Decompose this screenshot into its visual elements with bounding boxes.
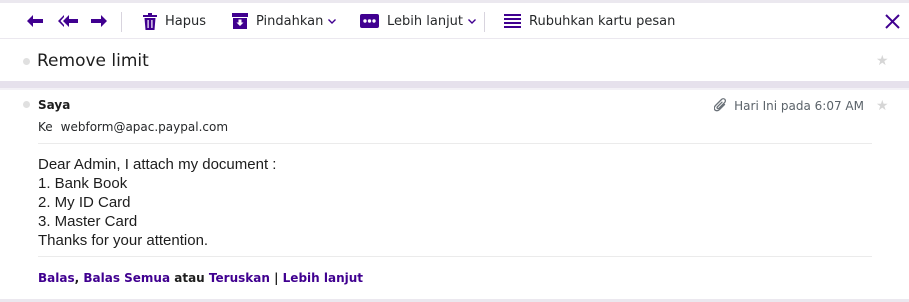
delete-button[interactable]: Hapus [143, 3, 206, 39]
body-line: 1. Bank Book [38, 175, 128, 192]
toolbar-divider [484, 12, 485, 32]
collapse-cards-label: Rubuhkan kartu pesan [529, 13, 676, 29]
move-label: Pindahkan [256, 13, 324, 29]
chevron-down-icon [328, 18, 337, 24]
forward-icon [91, 15, 107, 27]
body-line: 3. Master Card [38, 213, 138, 230]
reply-button[interactable] [26, 3, 44, 39]
move-to-folder-icon [232, 13, 248, 29]
paperclip-icon [714, 98, 727, 112]
message-toolbar: Hapus Pindahkan Lebih lanjut Rubuhkan ka… [0, 3, 909, 39]
toolbar-divider [121, 12, 122, 32]
quick-actions: Balas, Balas Semua atau Teruskan | Lebih… [38, 271, 363, 285]
close-icon [885, 13, 900, 29]
read-status-dot-icon[interactable] [23, 101, 30, 108]
body-line: 2. My ID Card [38, 194, 131, 211]
body-line: Thanks for your attention. [38, 232, 209, 249]
message-meta: Hari Ini pada 6:07 AM [714, 98, 864, 113]
star-icon[interactable]: ★ [876, 54, 889, 68]
more-icon [360, 14, 379, 28]
more-label: Lebih lanjut [387, 13, 464, 29]
delete-label: Hapus [165, 13, 207, 29]
body-divider [38, 256, 872, 257]
message-subject: Remove limit [37, 51, 149, 71]
separator-or: atau [174, 271, 205, 285]
list-icon [504, 14, 521, 28]
separator-pipe: | [274, 271, 279, 285]
body-line: Dear Admin, I attach my document : [38, 156, 277, 173]
more-button[interactable]: Lebih lanjut [360, 3, 477, 39]
trash-icon [143, 12, 157, 30]
collapse-cards-button[interactable]: Rubuhkan kartu pesan [504, 3, 675, 39]
reply-icon [27, 15, 43, 27]
reply-link[interactable]: Balas [38, 271, 75, 285]
star-icon[interactable]: ★ [876, 99, 889, 113]
message-timestamp: Hari Ini pada 6:07 AM [734, 98, 864, 113]
recipient-row: Ke webform@apac.paypal.com [38, 120, 228, 134]
header-divider [38, 143, 872, 144]
close-button[interactable] [885, 3, 900, 39]
subject-row: Remove limit ★ [0, 40, 909, 81]
forward-link[interactable]: Teruskan [209, 271, 270, 285]
reply-all-icon [58, 15, 78, 27]
reply-all-link[interactable]: Balas Semua [83, 271, 170, 285]
thread-divider-band [0, 81, 909, 88]
separator-comma: , [74, 271, 80, 285]
more-link[interactable]: Lebih lanjut [283, 271, 363, 285]
chevron-down-icon [468, 18, 477, 24]
move-button[interactable]: Pindahkan [232, 3, 337, 39]
reply-all-button[interactable] [57, 3, 79, 39]
recipient-address[interactable]: webform@apac.paypal.com [61, 120, 228, 134]
message-body: Dear Admin, I attach my document : 1. Ba… [38, 155, 276, 250]
to-label: Ke [38, 120, 53, 134]
unread-dot-icon[interactable] [23, 58, 30, 65]
thread-divider-shadow [0, 88, 909, 90]
forward-button[interactable] [90, 3, 108, 39]
sender-name[interactable]: Saya [38, 98, 70, 112]
